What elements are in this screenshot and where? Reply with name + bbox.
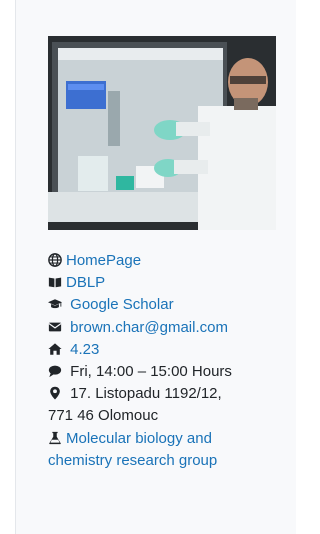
office-hours-text: Fri, 14:00 – 15:00 Hours [70, 363, 232, 381]
google-scholar-link[interactable]: Google Scholar [70, 296, 173, 313]
address-line1: 17. Listopadu 1192/12, [70, 385, 222, 403]
research-group-link-cont[interactable]: chemistry research group [48, 452, 217, 469]
chat-bubble-icon [48, 364, 62, 378]
address-row-2: 771 46 Olomouc [48, 405, 288, 427]
home-icon [48, 342, 62, 356]
office-link[interactable]: 4.23 [70, 341, 99, 358]
email-row: brown.char@gmail.com [48, 317, 288, 339]
map-marker-icon [48, 386, 62, 400]
office-row: 4.23 [48, 339, 288, 361]
dblp-row: DBLP [48, 272, 288, 294]
hours-row: Fri, 14:00 – 15:00 Hours [48, 361, 288, 383]
contact-info: HomePage DBLP Google Scholar brown.char@… [48, 250, 288, 472]
flask-icon [48, 431, 62, 445]
globe-icon [48, 253, 62, 267]
research-group-link[interactable]: Molecular biology and [66, 430, 212, 447]
email-link[interactable]: brown.char@gmail.com [70, 319, 228, 336]
group-row-2: chemistry research group [48, 450, 288, 472]
book-icon [48, 275, 62, 289]
profile-card: HomePage DBLP Google Scholar brown.char@… [15, 0, 296, 534]
homepage-row: HomePage [48, 250, 288, 272]
homepage-link[interactable]: HomePage [66, 252, 141, 269]
address-row: 17. Listopadu 1192/12, [48, 383, 288, 405]
graduation-cap-icon [48, 297, 62, 311]
envelope-icon [48, 320, 62, 334]
group-row: Molecular biology and [48, 428, 288, 450]
address-line2: 771 46 Olomouc [48, 407, 159, 425]
profile-photo [48, 36, 276, 230]
dblp-link[interactable]: DBLP [66, 274, 105, 291]
scholar-row: Google Scholar [48, 294, 288, 316]
